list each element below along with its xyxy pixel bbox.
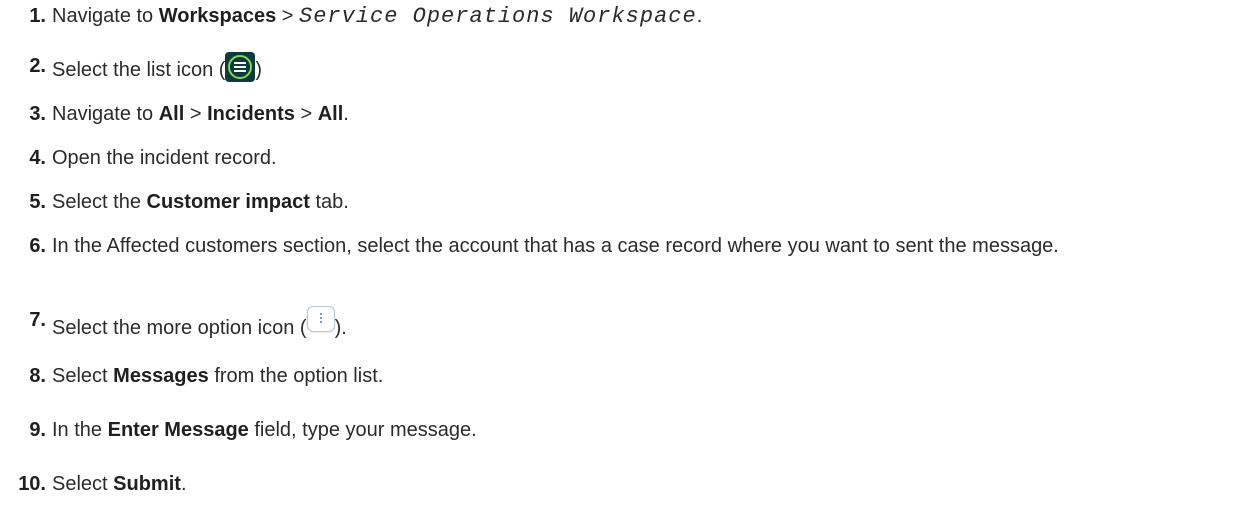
- more-options-icon: [306, 306, 335, 332]
- step-text-part: Select the more option icon (: [52, 317, 307, 339]
- messages-label: Messages: [113, 365, 209, 387]
- step-number: 6.: [29, 235, 46, 257]
- step-text: Select the more option icon ().: [52, 306, 1230, 342]
- step-text-part: Select: [52, 365, 114, 387]
- all-label: All: [317, 103, 344, 125]
- customer-impact-label: Customer impact: [146, 191, 310, 213]
- separator: >: [276, 5, 300, 27]
- step-9: 9. In the Enter Message field, type your…: [0, 416, 1230, 444]
- step-text-part: Navigate to: [52, 103, 159, 125]
- all-label: All: [158, 103, 185, 125]
- step-text: Navigate to All > Incidents > All.: [52, 100, 1230, 128]
- enter-message-label: Enter Message: [107, 419, 249, 441]
- step-number: 3.: [29, 103, 46, 125]
- step-text-part: Select the list icon (: [52, 59, 226, 81]
- step-text: In the Affected customers section, selec…: [52, 235, 1059, 257]
- step-5: 5. Select the Customer impact tab.: [0, 188, 1230, 216]
- step-number: 1.: [29, 5, 46, 27]
- step-text-part: tab.: [309, 191, 349, 213]
- step-text-part: from the option list.: [208, 365, 384, 387]
- step-text: Select Submit.: [52, 470, 1230, 498]
- step-text-part: .: [343, 103, 349, 125]
- procedure-steps: 1. Navigate to Workspaces > Service Oper…: [0, 0, 1238, 526]
- list-icon: [225, 52, 256, 82]
- step-text: Select the Customer impact tab.: [52, 188, 1230, 216]
- step-3: 3. Navigate to All > Incidents > All.: [0, 100, 1230, 128]
- step-number: 5.: [29, 191, 46, 213]
- workspaces-label: Workspaces: [158, 5, 277, 27]
- step-6: 6. In the Affected customers section, se…: [0, 232, 1230, 260]
- step-number: 7.: [29, 309, 46, 331]
- step-text-part: In the: [52, 419, 108, 441]
- submit-label: Submit: [113, 473, 181, 495]
- step-text-part: Select: [52, 473, 114, 495]
- step-text-part: .: [696, 5, 703, 27]
- step-number: 4.: [29, 147, 46, 169]
- step-8: 8. Select Messages from the option list.: [0, 362, 1230, 390]
- step-text-part: ).: [334, 317, 347, 339]
- step-2: 2. Select the list icon (): [0, 52, 1230, 84]
- step-text-part: .: [180, 473, 187, 495]
- step-1: 1. Navigate to Workspaces > Service Oper…: [0, 2, 1230, 31]
- step-4: 4. Open the incident record.: [0, 144, 1230, 172]
- incidents-label: Incidents: [207, 103, 295, 125]
- step-text: Select the list icon (): [52, 52, 1230, 84]
- step-text: Select Messages from the option list.: [52, 362, 1230, 390]
- step-number: 10.: [18, 473, 46, 495]
- step-text-part: field, type your message.: [248, 419, 477, 441]
- step-number: 2.: [29, 55, 46, 77]
- step-number: 8.: [29, 365, 46, 387]
- step-text-part: ): [255, 59, 263, 81]
- step-text: Navigate to Workspaces > Service Operati…: [52, 2, 1230, 31]
- step-text-part: Navigate to: [52, 5, 159, 27]
- step-text-part: Select the: [52, 191, 147, 213]
- service-operations-workspace-label: Service Operations Workspace: [299, 4, 697, 29]
- separator: >: [294, 103, 318, 125]
- step-10: 10. Select Submit.: [0, 470, 1230, 498]
- step-text: In the Enter Message field, type your me…: [52, 416, 1230, 444]
- step-number: 9.: [29, 419, 46, 441]
- step-text: Open the incident record.: [52, 147, 277, 169]
- separator: >: [184, 103, 208, 125]
- step-7: 7. Select the more option icon ().: [0, 306, 1230, 342]
